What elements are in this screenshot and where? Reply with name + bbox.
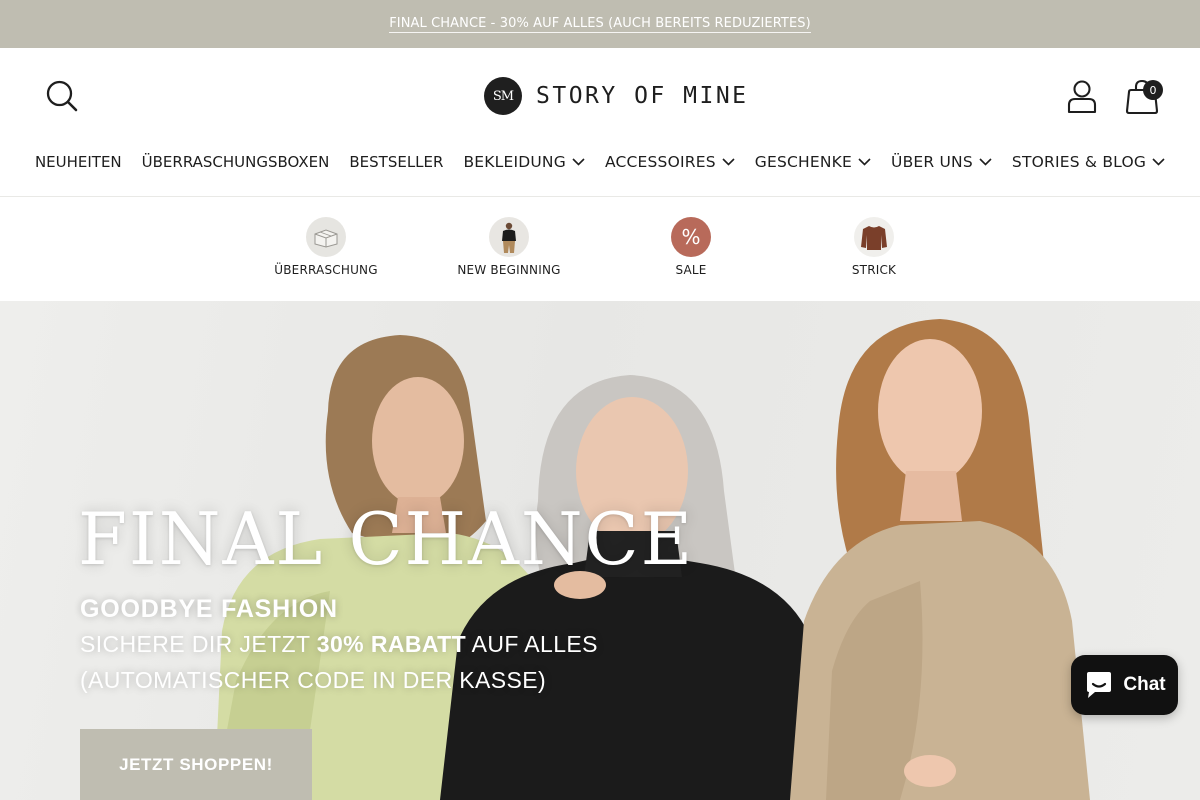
announcement-bar: FINAL CHANCE - 30% AUF ALLES (AUCH BEREI…	[0, 0, 1200, 48]
nav-item-label: BEKLEIDUNG	[463, 153, 566, 171]
nav-item-label: ÜBER UNS	[891, 153, 973, 171]
category-label: ÜBERRASCHUNG	[274, 263, 378, 277]
category-strick[interactable]: STRICK	[814, 217, 934, 277]
category-new-beginning[interactable]: NEW BEGINNING	[449, 217, 569, 277]
nav-item-neuheiten[interactable]: NEUHEITEN	[35, 153, 122, 171]
chevron-down-icon	[1152, 158, 1165, 166]
hero-code-note: (AUTOMATISCHER CODE IN DER KASSE)	[80, 667, 547, 693]
hero-discount-line: SICHERE DIR JETZT 30% RABATT AUF ALLES	[80, 631, 598, 658]
chat-bubble-icon	[1087, 672, 1112, 698]
nav-item-label: GESCHENKE	[754, 153, 853, 171]
nav-item-bekleidung[interactable]: BEKLEIDUNG	[463, 153, 585, 171]
model-thumbnail	[489, 217, 529, 257]
shop-now-button[interactable]: JETZT SHOPPEN!	[80, 729, 312, 800]
cart-count-badge: 0	[1143, 80, 1163, 100]
category-label: STRICK	[851, 263, 897, 277]
logo-mark: SM	[484, 77, 522, 115]
search-button[interactable]	[44, 78, 80, 114]
nav-item-label: ÜBERRASCHUNGSBOXEN	[141, 153, 330, 171]
hero-title: FINAL CHANCE	[78, 497, 695, 581]
chat-button[interactable]: Chat	[1071, 655, 1178, 715]
category-strip: ÜBERRASCHUNG NEW BEGINNING % SALE STRICK	[0, 196, 1200, 301]
announcement-link[interactable]: FINAL CHANCE - 30% AUF ALLES (AUCH BEREI…	[389, 16, 811, 33]
site-logo[interactable]: SM STORY OF MINE	[484, 76, 749, 116]
chevron-down-icon	[722, 158, 735, 166]
nav-item-stories-blog[interactable]: STORIES & BLOG	[1012, 153, 1165, 171]
category-label: SALE	[675, 263, 707, 277]
nav-item-label: STORIES & BLOG	[1011, 153, 1147, 171]
logo-text: STORY OF MINE	[536, 83, 749, 109]
nav-item-accessoires[interactable]: ACCESSOIRES	[605, 153, 735, 171]
chevron-down-icon	[572, 158, 585, 166]
nav-item-bestseller[interactable]: BESTSELLER	[349, 153, 443, 171]
hero-discount-pre: SICHERE DIR JETZT	[80, 631, 317, 657]
nav-item-ueber-uns[interactable]: ÜBER UNS	[891, 153, 992, 171]
search-icon	[46, 80, 78, 112]
sweater-icon	[854, 217, 894, 257]
percent-icon: %	[671, 217, 711, 257]
gift-box-icon	[306, 217, 346, 257]
hero-banner: FINAL CHANCE GOODBYE FASHION SICHERE DIR…	[0, 301, 1200, 800]
cart-button[interactable]: 0	[1124, 78, 1166, 116]
category-ueberraschung[interactable]: ÜBERRASCHUNG	[266, 217, 386, 277]
hero-discount-post: AUF ALLES	[466, 631, 598, 657]
nav-item-ueberraschungsboxen[interactable]: ÜBERRASCHUNGSBOXEN	[142, 153, 330, 171]
chevron-down-icon	[858, 158, 871, 166]
user-icon	[1067, 80, 1097, 114]
nav-item-label: ACCESSOIRES	[604, 153, 716, 171]
account-button[interactable]	[1064, 78, 1100, 114]
nav-item-label: BESTSELLER	[349, 153, 444, 171]
site-header: SM STORY OF MINE 0 NEUHEITEN ÜBERRASCHUN…	[0, 48, 1200, 196]
chat-label: Chat	[1123, 674, 1166, 695]
percent-glyph: %	[681, 225, 701, 249]
main-navigation: NEUHEITEN ÜBERRASCHUNGSBOXEN BESTSELLER …	[0, 150, 1200, 174]
chevron-down-icon	[979, 158, 992, 166]
hero-subtitle: GOODBYE FASHION	[80, 595, 338, 623]
hero-discount-bold: 30% RABATT	[316, 631, 467, 657]
nav-item-label: NEUHEITEN	[34, 153, 122, 171]
category-label: NEW BEGINNING	[457, 263, 561, 277]
nav-item-geschenke[interactable]: GESCHENKE	[755, 153, 871, 171]
category-sale[interactable]: % SALE	[631, 217, 751, 277]
